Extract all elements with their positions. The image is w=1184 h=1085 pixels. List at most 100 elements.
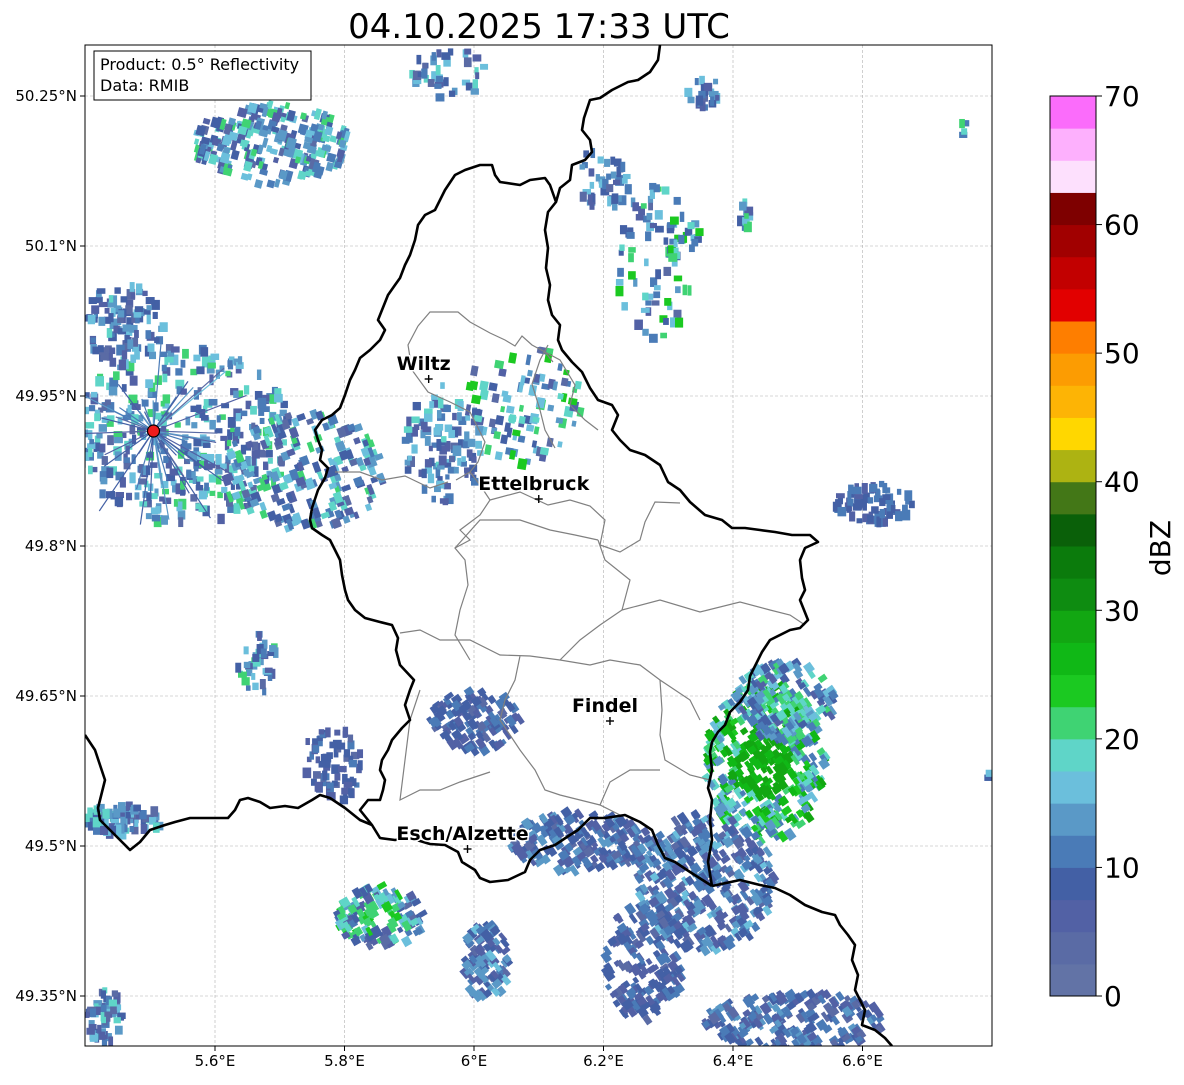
echo-pixel (436, 93, 445, 101)
echo-pixel (739, 202, 746, 211)
echo-pixel (475, 72, 479, 79)
echo-pixel (227, 440, 231, 446)
colorbar-tick-label: 20 (1104, 723, 1140, 756)
colorbar-segment (1050, 353, 1096, 386)
echo-pixel (97, 1025, 101, 1034)
echo-pixel (133, 346, 138, 351)
echo-pixel (263, 462, 268, 470)
longitude-labels: 5.6°E5.8°E6°E6.2°E6.4°E6.6°E (195, 1046, 883, 1070)
colorbar-segment (1050, 835, 1096, 868)
echo-pixel (201, 415, 209, 421)
echo-pixel (101, 1017, 106, 1023)
echo-pixel (105, 399, 111, 404)
echo-pixel (617, 268, 624, 277)
echo-pixel (95, 1007, 101, 1016)
echo-pixel (327, 783, 334, 789)
echo-pixel (313, 771, 321, 779)
echo-pixel (122, 324, 131, 331)
echo-pixel (113, 809, 120, 818)
echo-pixel (849, 511, 855, 521)
colorbar-segment (1050, 96, 1096, 129)
echo-pixel (113, 371, 120, 380)
echo-pixel (607, 196, 611, 206)
echo-pixel (457, 412, 462, 421)
echo-pixel (121, 296, 128, 302)
echo-pixel (349, 760, 357, 768)
colorbar-segment (1050, 160, 1096, 193)
echo-pixel (115, 1026, 123, 1035)
echo-pixel (190, 406, 197, 412)
city-label: Findel (572, 695, 638, 717)
echo-pixel (621, 162, 626, 172)
echo-pixel (78, 459, 84, 469)
echo-pixel (879, 481, 884, 487)
echo-pixel (91, 392, 97, 398)
echo-pixel (322, 771, 327, 781)
echo-pixel (680, 212, 684, 222)
echo-pixel (181, 360, 186, 368)
echo-pixel (162, 498, 171, 504)
echo-pixel (150, 462, 158, 468)
echo-pixel (627, 232, 635, 239)
echo-pixel (664, 237, 669, 244)
city-label: Wiltz (397, 353, 451, 375)
echo-pixel (114, 436, 123, 443)
echo-pixel (431, 496, 436, 503)
echo-pixel (341, 788, 348, 795)
echo-pixel (164, 357, 168, 365)
echo-pixel (269, 645, 276, 652)
echo-pixel (468, 439, 476, 447)
echo-pixel (120, 817, 126, 824)
echo-pixel (625, 184, 632, 194)
echo-pixel (436, 49, 441, 57)
echo-pixel (439, 455, 447, 465)
echo-pixel (244, 646, 249, 654)
colorbar-segment (1050, 739, 1096, 772)
echo-pixel (134, 330, 139, 338)
echo-pixel (210, 491, 216, 496)
echo-pixel (348, 788, 354, 798)
echo-pixel (428, 79, 435, 87)
echo-pixel (210, 354, 219, 360)
echo-pixel (613, 180, 620, 185)
echo-pixel (252, 450, 260, 458)
echo-pixel (145, 379, 153, 388)
echo-pixel (171, 346, 180, 352)
echo-pixel (130, 282, 135, 292)
echo-pixel (448, 48, 453, 55)
echo-pixel (260, 679, 266, 689)
echo-pixel (265, 668, 273, 673)
echo-pixel (675, 318, 683, 328)
echo-pixel (437, 410, 442, 418)
echo-pixel (868, 497, 873, 503)
echo-pixel (221, 487, 227, 493)
colorbar-segment (1050, 225, 1096, 258)
colorbar-segment (1050, 450, 1096, 483)
echo-pixel (655, 269, 661, 279)
echo-pixel (615, 286, 623, 296)
echo-pixel (108, 313, 113, 322)
echo-pixel (674, 197, 681, 205)
echo-pixel (467, 449, 473, 457)
echo-pixel (155, 506, 160, 514)
echo-pixel (887, 511, 893, 519)
echo-pixel (436, 65, 441, 75)
echo-pixel (590, 182, 594, 189)
echo-pixel (86, 1028, 94, 1035)
radar-site-dot (147, 425, 159, 437)
echo-pixel (663, 267, 671, 276)
colorbar-tick-label: 50 (1104, 337, 1140, 370)
echo-pixel (95, 376, 104, 386)
echo-pixel (411, 444, 417, 453)
echo-pixel (242, 677, 250, 685)
echo-pixel (134, 351, 140, 360)
echo-pixel (540, 447, 549, 456)
echo-pixel (315, 782, 323, 792)
echo-pixel (645, 300, 651, 305)
echo-pixel (101, 1005, 107, 1012)
radar-figure: 04.10.2025 17:33 UTC WiltzEttelbruckFind… (0, 0, 1184, 1081)
echo-pixel (488, 382, 497, 391)
echo-pixel (449, 91, 455, 97)
info-box: Product: 0.5° Reflectivity Data: RMIB (94, 51, 311, 100)
echo-pixel (199, 491, 207, 500)
